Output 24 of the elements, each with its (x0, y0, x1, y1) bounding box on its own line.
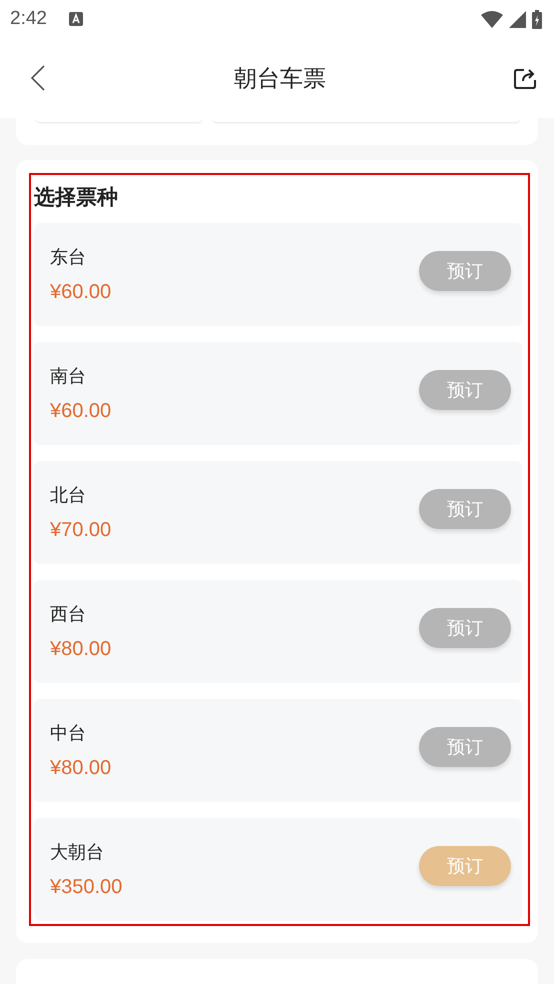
ticket-price: ¥350.00 (50, 876, 124, 899)
back-button[interactable] (30, 65, 46, 91)
section-title: 选择票种 (34, 184, 119, 211)
page-title: 朝台车票 (233, 64, 327, 94)
ticket-price: ¥80.00 (50, 757, 112, 780)
signal-icon (509, 10, 526, 28)
ticket-name: 南台 (50, 365, 87, 388)
ticket-price: ¥60.00 (50, 400, 112, 423)
status-time: 2:42 (10, 8, 47, 30)
share-button[interactable] (514, 67, 538, 89)
ticket-price: ¥70.00 (50, 519, 112, 542)
keyboard-icon (68, 12, 83, 26)
ticket-name: 大朝台 (50, 841, 105, 864)
ticket-name: 西台 (50, 603, 87, 626)
ticket-price: ¥80.00 (50, 638, 112, 661)
book-button[interactable]: 预订 (419, 846, 511, 886)
battery-icon (532, 10, 542, 28)
ticket-name: 中台 (50, 722, 87, 745)
ticket-name: 北台 (50, 484, 87, 507)
wifi-icon (481, 10, 503, 28)
share-icon (514, 67, 538, 89)
ticket-name: 东台 (50, 246, 87, 269)
ticket-price: ¥60.00 (50, 281, 112, 304)
back-icon (30, 65, 46, 91)
